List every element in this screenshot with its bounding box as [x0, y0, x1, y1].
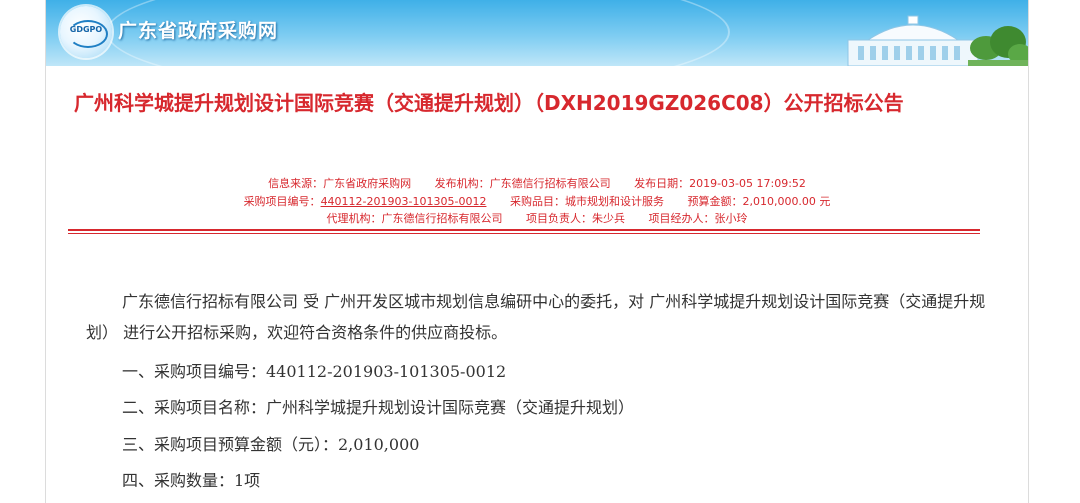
- notice-title: 广州科学城提升规划设计国际竞赛（交通提升规划）（DXH2019GZ026C08）…: [74, 91, 904, 115]
- meta-row-3: 代理机构：广东德信行招标有限公司 项目负责人：朱少兵 项目经办人：张小玲: [46, 210, 1028, 226]
- logo-text: GDGPO: [69, 25, 103, 34]
- publisher-label: 发布机构：: [434, 177, 490, 190]
- page-frame: GDGPO 广东省政府采购网 广州科学城提升规划设计国际竞赛（交通提升规划）（D…: [45, 0, 1029, 503]
- intro-paragraph: 广东德信行招标有限公司 受 广州开发区城市规划信息编研中心的委托，对 广州科学城…: [86, 292, 986, 342]
- item-project-number: 一、采购项目编号：440112-201903-101305-0012: [122, 362, 507, 381]
- title-divider-thick: [68, 229, 980, 231]
- title-divider-thin: [68, 233, 980, 234]
- handler-value: 张小玲: [714, 212, 748, 225]
- item-project-name: 二、采购项目名称：广州科学城提升规划设计国际竞赛（交通提升规划）: [122, 398, 635, 417]
- source-value: 广东省政府采购网: [323, 177, 412, 190]
- category-label: 采购品目：: [509, 195, 565, 208]
- budget-value: 2,010,000.00 元: [742, 195, 831, 208]
- date-label: 发布日期：: [634, 177, 690, 190]
- trees-illustration-icon: [968, 26, 1028, 66]
- item-budget: 三、采购项目预算金额（元）：2,010,000: [122, 435, 420, 454]
- agency-label: 代理机构：: [326, 212, 382, 225]
- category-value: 城市规划和设计服务: [564, 195, 664, 208]
- item-quantity: 四、采购数量：1项: [122, 471, 261, 490]
- site-logo[interactable]: GDGPO: [60, 6, 112, 58]
- project-no-label: 采购项目编号：: [243, 195, 321, 208]
- meta-row-1: 信息来源：广东省政府采购网 发布机构：广东德信行招标有限公司 发布日期：2019…: [46, 175, 1028, 191]
- meta-row-2: 采购项目编号：440112-201903-101305-0012 采购品目：城市…: [46, 193, 1028, 209]
- date-value: 2019-03-05 17:09:52: [689, 177, 806, 190]
- agency-value: 广东德信行招标有限公司: [381, 212, 503, 225]
- manager-value: 朱少兵: [592, 212, 625, 225]
- budget-label: 预算金额：: [687, 195, 743, 208]
- handler-label: 项目经办人：: [648, 212, 715, 225]
- building-illustration-icon: [847, 15, 979, 66]
- site-name[interactable]: 广东省政府采购网: [118, 16, 278, 43]
- publisher-value: 广东德信行招标有限公司: [489, 177, 611, 190]
- source-label: 信息来源：: [268, 177, 324, 190]
- manager-label: 项目负责人：: [526, 212, 592, 225]
- site-banner: GDGPO 广东省政府采购网: [46, 0, 1028, 66]
- project-no-link[interactable]: 440112-201903-101305-0012: [321, 195, 487, 208]
